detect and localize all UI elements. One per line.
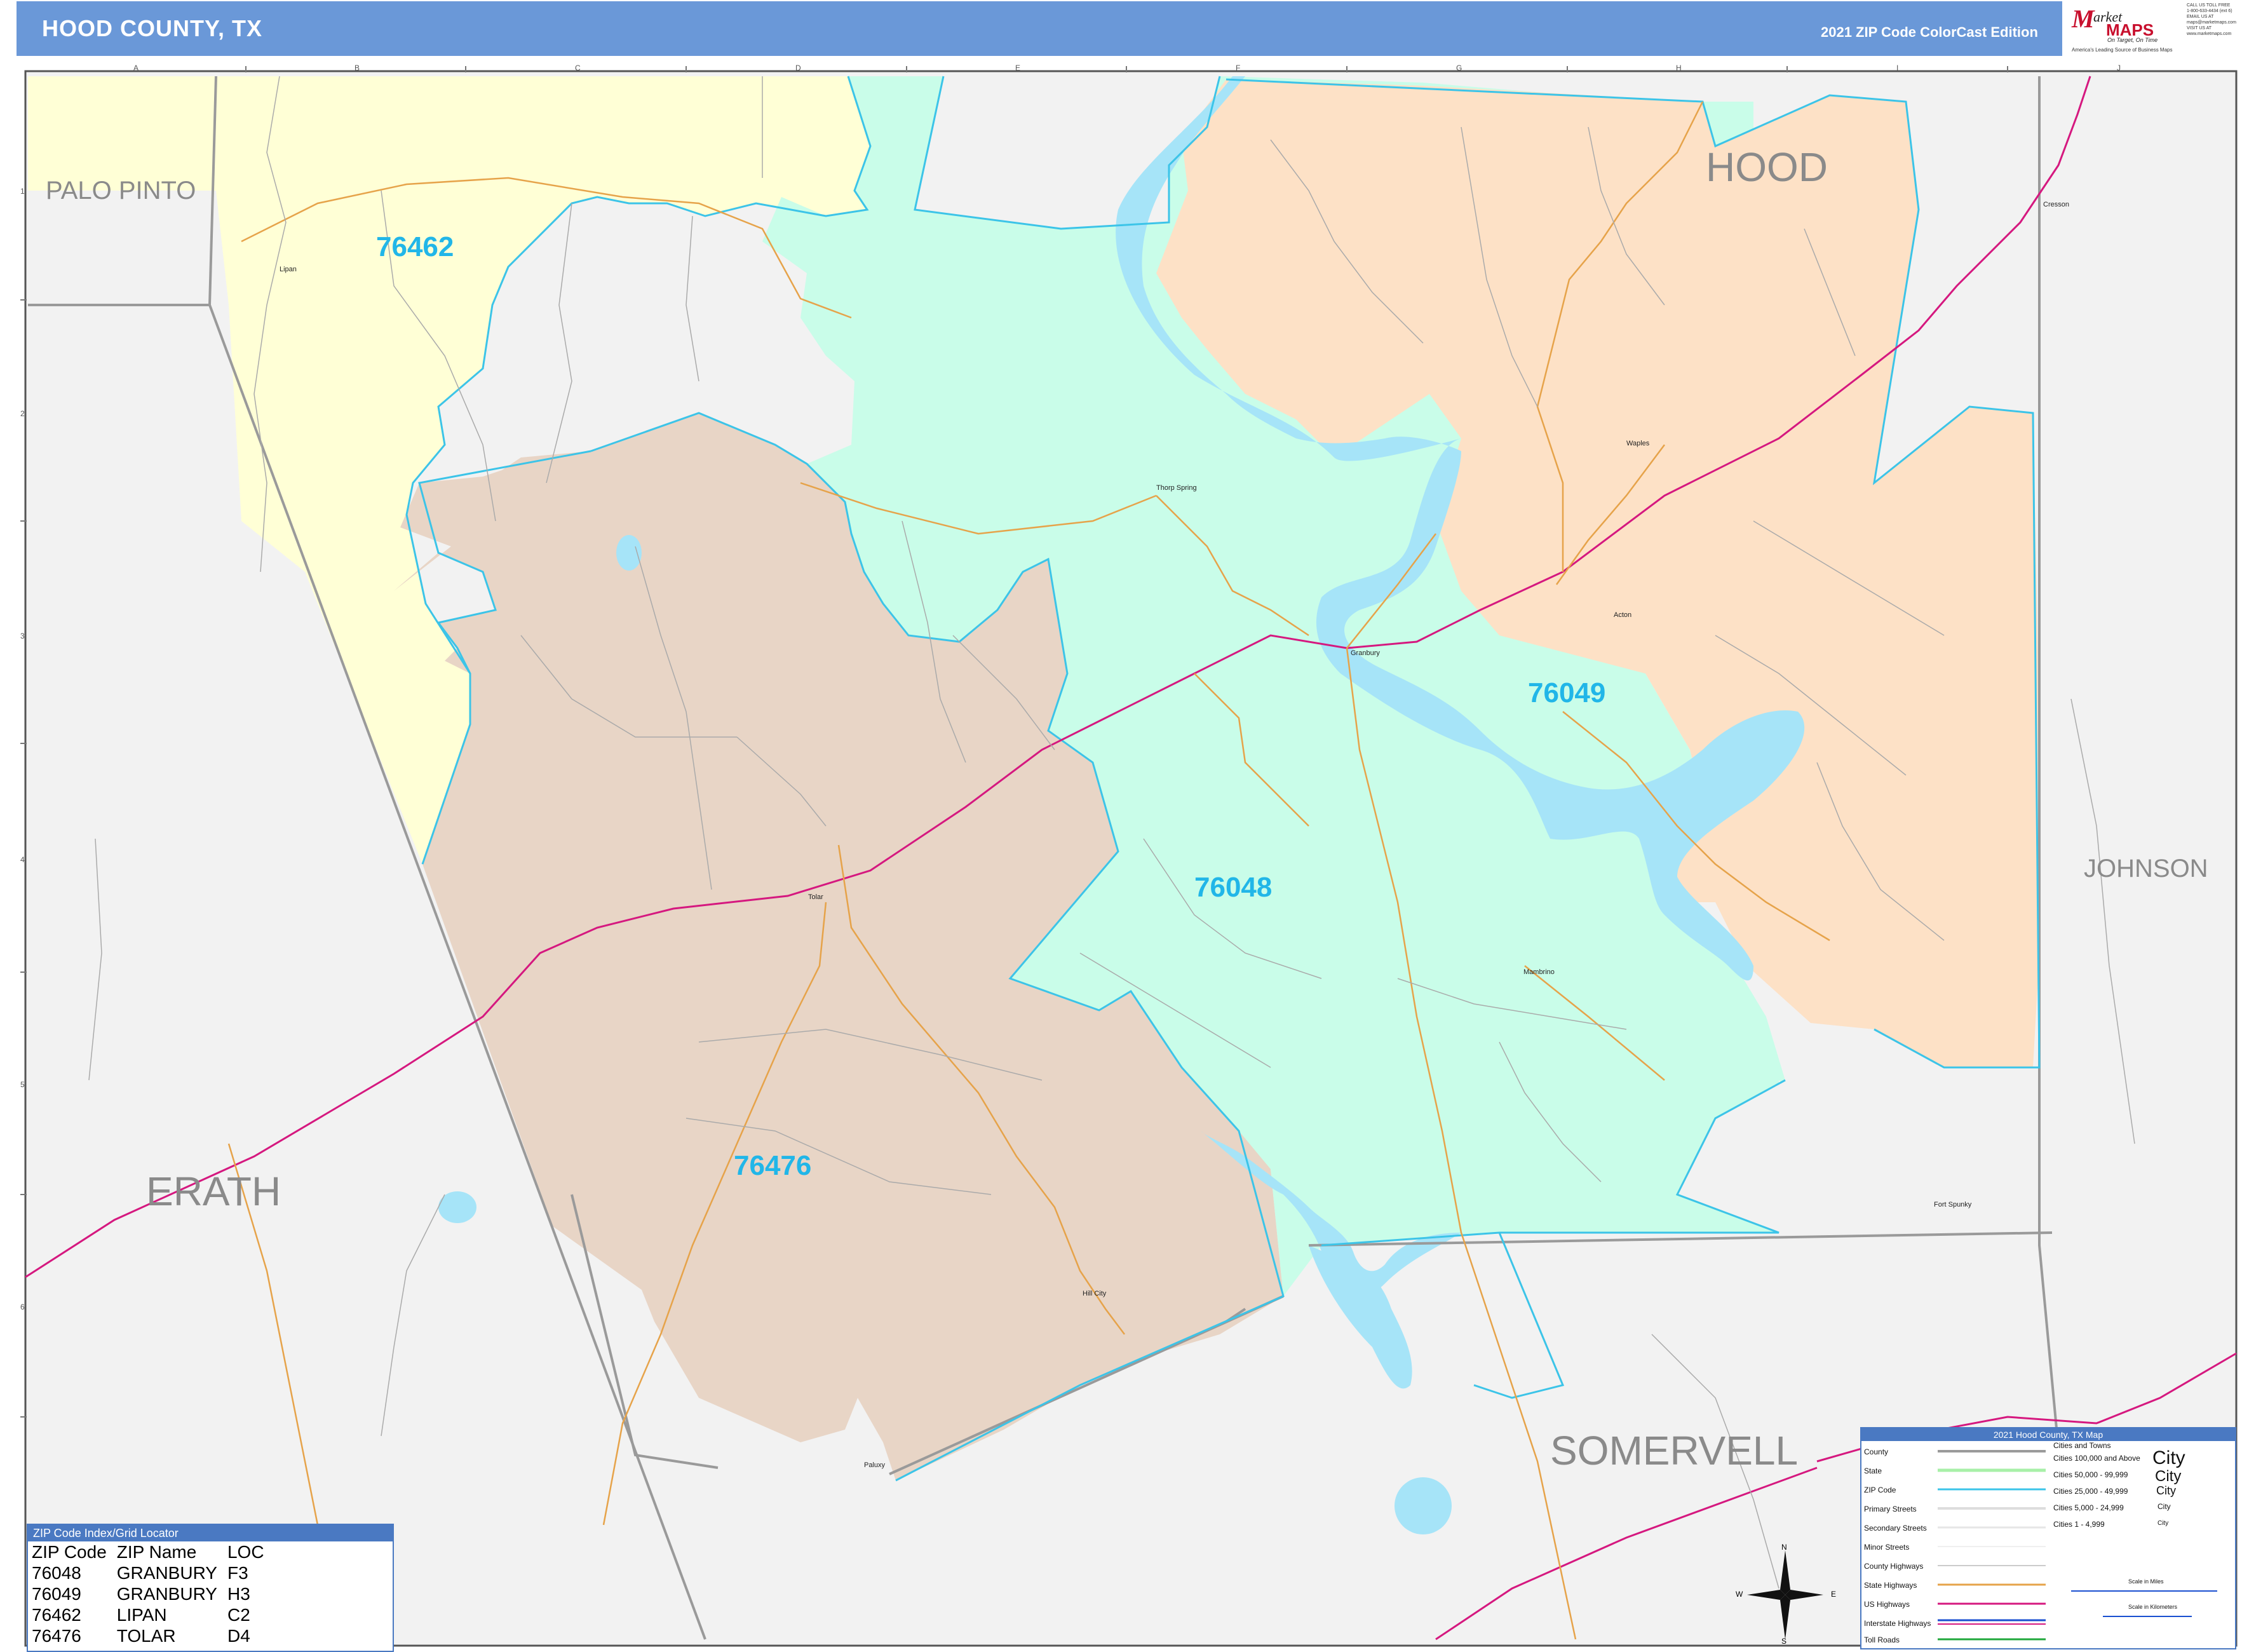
town-label: Mambrino: [1523, 968, 1555, 976]
county-label-hood: HOOD: [1706, 144, 1828, 190]
compass-e: E: [1831, 1590, 1837, 1599]
locator-table: ZIP Code ZIP Name LOC 76048 GRANBURY F3 …: [30, 1541, 273, 1646]
locator-name: GRANBURY: [116, 1563, 217, 1583]
legend-city-sample-5: City: [2158, 1520, 2169, 1527]
town-label: Tolar: [808, 893, 823, 901]
locator-row: 76476 TOLAR D4: [30, 1625, 273, 1646]
grid-row-label: 5: [20, 1080, 25, 1089]
compass-south-arrow: [1780, 1595, 1790, 1639]
legend-city-size: Cities 100,000 and Above: [2053, 1454, 2140, 1463]
legend-item: ZIP Code: [1864, 1486, 1896, 1494]
locator-header-loc: LOC: [227, 1542, 264, 1562]
grid-row-label: 3: [20, 632, 25, 640]
locator-name: TOLAR: [116, 1626, 176, 1646]
town-label: Granbury: [1351, 649, 1380, 657]
county-label-erath: ERATH: [146, 1168, 281, 1214]
grid-row-label: 6: [20, 1303, 25, 1311]
compass-rose: [1747, 1550, 1823, 1639]
zip-label-76476: 76476: [734, 1150, 812, 1181]
locator-name: LIPAN: [116, 1605, 167, 1625]
legend-city-size: Cities 25,000 - 49,999: [2053, 1487, 2128, 1496]
locator-header-row: ZIP Code ZIP Name LOC: [30, 1541, 273, 1562]
legend-scale-km: Scale in Kilometers: [2128, 1604, 2178, 1610]
legend-cities-header: Cities and Towns: [2053, 1441, 2111, 1450]
compass-east-arrow: [1785, 1590, 1823, 1600]
locator-title: ZIP Code Index/Grid Locator: [28, 1525, 393, 1541]
map-canvas[interactable]: [0, 0, 2242, 1652]
legend-item: Interstate Highways: [1864, 1619, 1931, 1628]
grid-row-label: 2: [20, 409, 25, 418]
legend-city-size: Cities 1 - 4,999: [2053, 1520, 2105, 1529]
locator-name: GRANBURY: [116, 1584, 217, 1604]
grid-col-label: I: [1896, 64, 1899, 72]
zip-label-76048: 76048: [1194, 872, 1273, 903]
legend-item: State Highways: [1864, 1581, 1917, 1590]
zip-label-76462: 76462: [376, 231, 454, 262]
county-label-palo-pinto: PALO PINTO: [46, 177, 196, 205]
grid-col-label: D: [795, 64, 801, 72]
locator-loc: C2: [227, 1605, 250, 1625]
grid-row-label: 4: [20, 855, 25, 864]
legend-city-sample-1: City: [2152, 1447, 2185, 1468]
legend-item: Toll Roads: [1864, 1635, 1900, 1644]
legend-item: County Highways: [1864, 1562, 1924, 1571]
grid-col-label: F: [1236, 64, 1241, 72]
legend-city-sample-4: City: [2158, 1502, 2171, 1511]
town-label: Lipan: [280, 266, 297, 273]
grid-col-label: C: [575, 64, 581, 72]
grid-col-label: G: [1456, 64, 1462, 72]
locator-loc: F3: [227, 1563, 248, 1583]
locator-loc: D4: [227, 1626, 250, 1646]
town-label: Thorp Spring: [1156, 484, 1197, 492]
map-legend: 2021 Hood County, TX Map County State ZI…: [1860, 1427, 2236, 1649]
locator-row: 76462 LIPAN C2: [30, 1604, 273, 1625]
county-label-johnson: JOHNSON: [2084, 855, 2208, 883]
compass-west-arrow: [1747, 1590, 1785, 1600]
town-label: Waples: [1626, 440, 1650, 447]
grid-col-label: E: [1015, 64, 1021, 72]
legend-item: Minor Streets: [1864, 1543, 1910, 1552]
legend-item: Secondary Streets: [1864, 1524, 1927, 1533]
compass-s: S: [1781, 1637, 1787, 1646]
town-label: Fort Spunky: [1934, 1201, 1972, 1209]
legend-city-size: Cities 50,000 - 99,999: [2053, 1470, 2128, 1479]
legend-scale-miles: Scale in Miles: [2128, 1578, 2164, 1585]
town-label: Hill City: [1083, 1290, 1107, 1297]
legend-city-size: Cities 5,000 - 24,999: [2053, 1503, 2124, 1512]
compass-n: N: [1781, 1543, 1787, 1552]
town-label: Paluxy: [864, 1461, 886, 1469]
legend-city-sample-2: City: [2155, 1468, 2182, 1485]
locator-zip: 76049: [32, 1584, 81, 1604]
pond: [1394, 1477, 1452, 1534]
locator-zip: 76476: [32, 1626, 81, 1646]
locator-loc: H3: [227, 1584, 250, 1604]
grid-col-label: H: [1676, 64, 1682, 72]
zip-locator-panel: ZIP Code Index/Grid Locator ZIP Code ZIP…: [27, 1524, 394, 1652]
legend-title: 2021 Hood County, TX Map: [1861, 1428, 2235, 1441]
locator-header-zip: ZIP Code: [32, 1542, 107, 1562]
locator-zip: 76462: [32, 1605, 81, 1625]
locator-row: 76048 GRANBURY F3: [30, 1562, 273, 1583]
grid-col-label: A: [133, 64, 139, 72]
compass-w: W: [1736, 1590, 1743, 1599]
compass-north-arrow: [1780, 1550, 1790, 1595]
zip-label-76049: 76049: [1528, 677, 1606, 708]
legend-item: US Highways: [1864, 1600, 1910, 1609]
town-label: Acton: [1614, 611, 1632, 619]
legend-item: State: [1864, 1466, 1882, 1475]
grid-row-label: 1: [20, 187, 25, 196]
grid-col-label: B: [355, 64, 360, 72]
legend-item: Primary Streets: [1864, 1505, 1917, 1513]
pond: [616, 535, 642, 571]
locator-zip: 76048: [32, 1563, 81, 1583]
county-label-somervell: SOMERVELL: [1550, 1428, 1799, 1473]
legend-city-sample-3: City: [2156, 1484, 2176, 1497]
locator-header-name: ZIP Name: [116, 1542, 197, 1562]
town-label: Cresson: [2043, 201, 2069, 208]
grid-col-label: J: [2117, 64, 2121, 72]
locator-row: 76049 GRANBURY H3: [30, 1583, 273, 1604]
legend-item: County: [1864, 1447, 1889, 1456]
